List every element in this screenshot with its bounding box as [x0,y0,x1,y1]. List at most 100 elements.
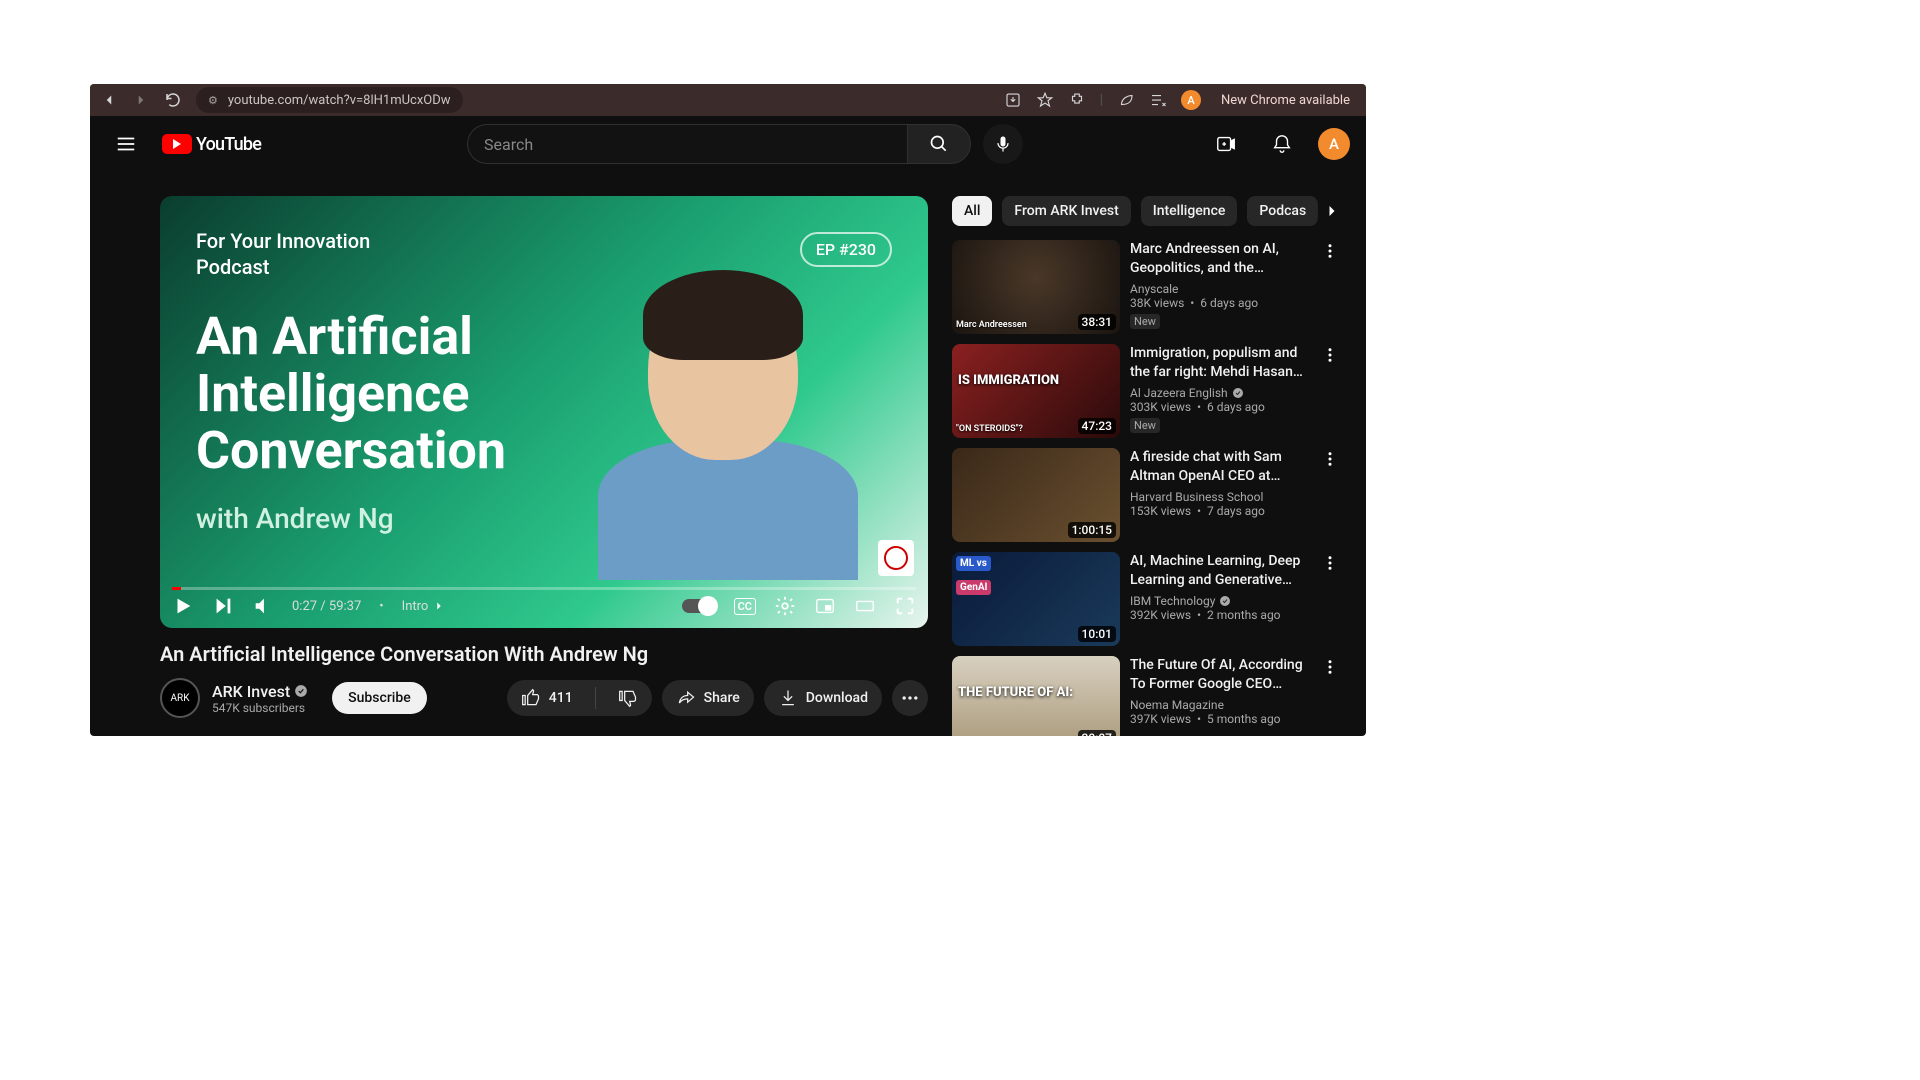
related-title: AI, Machine Learning, Deep Learning and … [1130,552,1308,590]
miniplayer-button[interactable] [814,595,836,617]
related-meta: A fireside chat with Sam Altman OpenAI C… [1130,448,1308,542]
related-channel: Noema Magazine [1130,698,1308,712]
volume-button[interactable] [252,595,274,617]
hamburger-menu[interactable] [106,124,146,164]
filter-chip[interactable]: Podcas [1247,196,1318,226]
duration-badge: 10:01 [1078,626,1116,642]
related-meta: Immigration, populism and the far right:… [1130,344,1308,438]
duration-badge: 20:07 [1078,730,1116,736]
filter-chip[interactable]: All [952,196,992,226]
subscribe-button[interactable]: Subscribe [332,682,427,714]
related-video-item[interactable]: IS IMMIGRATION"ON STEROIDS"?47:23 Immigra… [952,344,1342,438]
voice-search-button[interactable] [983,124,1023,164]
related-meta: AI, Machine Learning, Deep Learning and … [1130,552,1308,646]
related-thumbnail: ML vsGenAI10:01 [952,552,1120,646]
more-actions-button[interactable] [892,680,928,716]
channel-avatar[interactable]: ARK [160,678,200,718]
related-title: The Future Of AI, According To Former Go… [1130,656,1308,694]
duration-badge: 47:23 [1078,418,1116,434]
theater-button[interactable] [854,595,876,617]
related-menu-button[interactable] [1318,552,1342,646]
youtube-logo-text: YouTube [196,134,261,155]
video-player[interactable]: For Your Innovation Podcast An Artificia… [160,196,928,628]
related-thumbnail: Marc Andreessen38:31 [952,240,1120,334]
chapter-button[interactable]: Intro [402,599,447,614]
filter-chip-row: All From ARK Invest Intelligence Podcas [952,196,1342,226]
related-meta: Marc Andreessen on AI, Geopolitics, and … [1130,240,1308,334]
forward-button[interactable] [132,91,150,109]
user-avatar[interactable]: A [1318,128,1350,160]
reload-button[interactable] [164,91,182,109]
media-control-icon[interactable] [1149,91,1167,109]
new-badge: New [1130,314,1160,329]
related-channel: IBM Technology [1130,594,1308,608]
play-button[interactable] [172,595,194,617]
autoplay-toggle[interactable] [682,599,716,613]
browser-toolbar: ⚙ youtube.com/watch?v=8lH1mUcxODw | A Ne… [90,84,1366,116]
related-video-item[interactable]: THE FUTURE OF AI:20:07 The Future Of AI, … [952,656,1342,736]
related-channel: Harvard Business School [1130,490,1308,504]
bookmark-icon[interactable] [1036,91,1054,109]
share-button[interactable]: Share [662,680,754,716]
back-button[interactable] [100,91,118,109]
youtube-logo[interactable]: YouTube [162,134,261,155]
chrome-profile-avatar[interactable]: A [1181,90,1201,110]
search-input-wrap [467,124,907,164]
related-menu-button[interactable] [1318,240,1342,334]
site-info-icon: ⚙ [208,94,218,107]
extensions-icon[interactable] [1068,91,1086,109]
duration-badge: 1:00:15 [1068,522,1116,538]
new-chrome-label[interactable]: New Chrome available [1215,93,1356,108]
related-stats: 38K views • 6 days ago [1130,296,1308,310]
filter-chip[interactable]: From ARK Invest [1002,196,1130,226]
create-button[interactable] [1206,124,1246,164]
related-thumbnail: THE FUTURE OF AI:20:07 [952,656,1120,736]
related-menu-button[interactable] [1318,448,1342,542]
channel-watermark[interactable] [878,540,914,576]
like-button[interactable]: 411 [507,680,587,716]
download-button[interactable]: Download [764,680,882,716]
leaf-icon[interactable] [1117,91,1135,109]
new-badge: New [1130,418,1160,433]
related-title: A fireside chat with Sam Altman OpenAI C… [1130,448,1308,486]
related-stats: 392K views • 2 months ago [1130,608,1308,622]
verified-icon [294,684,308,698]
related-stats: 303K views • 6 days ago [1130,400,1308,414]
youtube-play-icon [162,134,192,154]
related-meta: The Future Of AI, According To Former Go… [1130,656,1308,736]
channel-name[interactable]: ARK Invest [212,682,308,701]
search-input[interactable] [484,135,891,154]
filter-chip[interactable]: Intelligence [1141,196,1238,226]
subscriber-count: 547K subscribers [212,701,308,715]
youtube-header: YouTube A [90,116,1366,172]
related-thumbnail: 1:00:15 [952,448,1120,542]
related-menu-button[interactable] [1318,344,1342,438]
notifications-button[interactable] [1262,124,1302,164]
captions-button[interactable]: CC [734,598,756,615]
thumbnail-person [588,260,868,580]
fullscreen-button[interactable] [894,595,916,617]
url-text: youtube.com/watch?v=8lH1mUcxODw [228,93,451,108]
related-video-item[interactable]: Marc Andreessen38:31 Marc Andreessen on A… [952,240,1342,334]
related-video-item[interactable]: ML vsGenAI10:01 AI, Machine Learning, Dee… [952,552,1342,646]
related-title: Marc Andreessen on AI, Geopolitics, and … [1130,240,1308,278]
related-stats: 153K views • 7 days ago [1130,504,1308,518]
settings-button[interactable] [774,595,796,617]
next-button[interactable] [212,595,234,617]
player-controls: 0:27 / 59:37 • Intro CC [172,588,916,624]
related-title: Immigration, populism and the far right:… [1130,344,1308,382]
related-menu-button[interactable] [1318,656,1342,736]
related-videos-list: Marc Andreessen38:31 Marc Andreessen on A… [952,240,1342,736]
related-video-item[interactable]: 1:00:15 A fireside chat with Sam Altman O… [952,448,1342,542]
dislike-button[interactable] [604,680,652,716]
search-button[interactable] [907,124,971,164]
video-meta-row: ARK ARK Invest 547K subscribers Subscrib… [160,678,928,718]
related-channel: Anyscale [1130,282,1308,296]
chip-scroll-next[interactable] [1316,195,1348,227]
related-stats: 397K views • 5 months ago [1130,712,1308,726]
related-channel: Al Jazeera English [1130,386,1308,400]
install-app-icon[interactable] [1004,91,1022,109]
like-dislike-pill: 411 [507,680,652,716]
related-thumbnail: IS IMMIGRATION"ON STEROIDS"?47:23 [952,344,1120,438]
address-bar[interactable]: ⚙ youtube.com/watch?v=8lH1mUcxODw [196,87,463,113]
